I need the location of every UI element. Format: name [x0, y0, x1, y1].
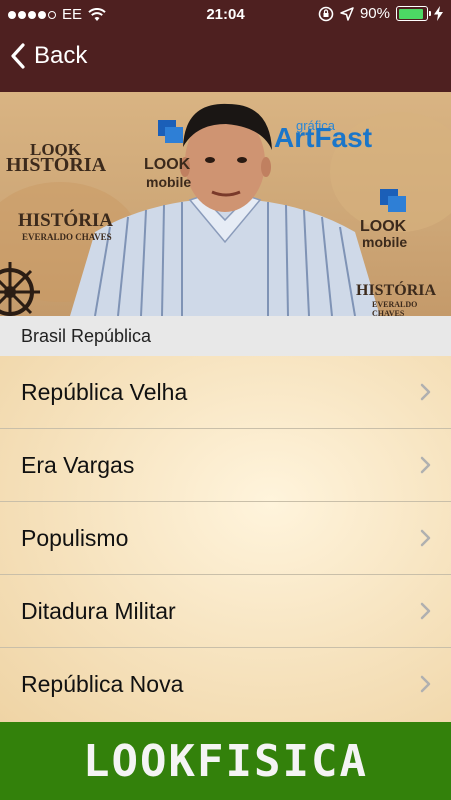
back-button[interactable]: Back — [10, 42, 87, 70]
backdrop-text: HISTÓRIA — [6, 154, 107, 176]
status-right: 90% — [318, 5, 443, 22]
list-item-label: Ditadura Militar — [21, 597, 176, 624]
backdrop-text: mobile — [146, 174, 192, 190]
chevron-right-icon — [420, 675, 431, 693]
chevron-right-icon — [420, 602, 431, 620]
list-item[interactable]: Populismo — [0, 502, 451, 575]
list-item-label: República Velha — [21, 378, 188, 405]
backdrop-text: mobile — [362, 234, 408, 250]
look-logo-top — [158, 120, 183, 143]
list-item-label: República Nova — [21, 671, 184, 697]
list-item[interactable]: República Velha — [0, 356, 451, 429]
topic-list: República Velha Era Vargas Populismo Dit… — [0, 356, 451, 722]
chevron-right-icon — [420, 383, 431, 401]
section-title: Brasil República — [21, 325, 152, 346]
chevron-left-icon — [11, 43, 25, 69]
navigation-bar: Back — [0, 30, 451, 92]
backdrop-text: HISTÓRIA — [356, 282, 437, 299]
charging-icon — [434, 6, 443, 21]
backdrop-text: LOOK — [144, 156, 191, 173]
lock-rotation-icon — [318, 6, 334, 21]
back-label: Back — [34, 42, 88, 69]
list-item[interactable]: Era Vargas — [0, 429, 451, 502]
battery-percent: 90% — [359, 5, 390, 22]
chevron-right-icon — [420, 529, 431, 547]
list-item[interactable]: República Nova — [0, 648, 451, 721]
battery-icon — [396, 6, 431, 21]
chevron-right-icon — [420, 456, 431, 474]
list-item-label: Populismo — [21, 524, 129, 551]
video-player[interactable]: LOOK HISTÓRIA HISTÓRIA EVERALDO CHAVES L… — [0, 92, 451, 316]
backdrop-text: EVERALDO CHAVES — [22, 232, 112, 242]
brand-logo: LOOKFISICA — [83, 735, 368, 787]
location-icon — [340, 6, 354, 21]
backdrop-text: ArtFast — [274, 122, 373, 153]
battery-fill — [398, 8, 423, 19]
backdrop-text: EVERALDO CHAVES — [372, 300, 418, 316]
list-item-label: Era Vargas — [21, 451, 135, 478]
footer-banner: LOOKFISICA — [0, 722, 451, 800]
backdrop-text: HISTÓRIA — [18, 210, 114, 231]
section-header: Brasil República — [0, 316, 451, 356]
list-item[interactable]: Ditadura Militar — [0, 575, 451, 648]
status-bar: EE 21:04 90% — [0, 0, 451, 30]
